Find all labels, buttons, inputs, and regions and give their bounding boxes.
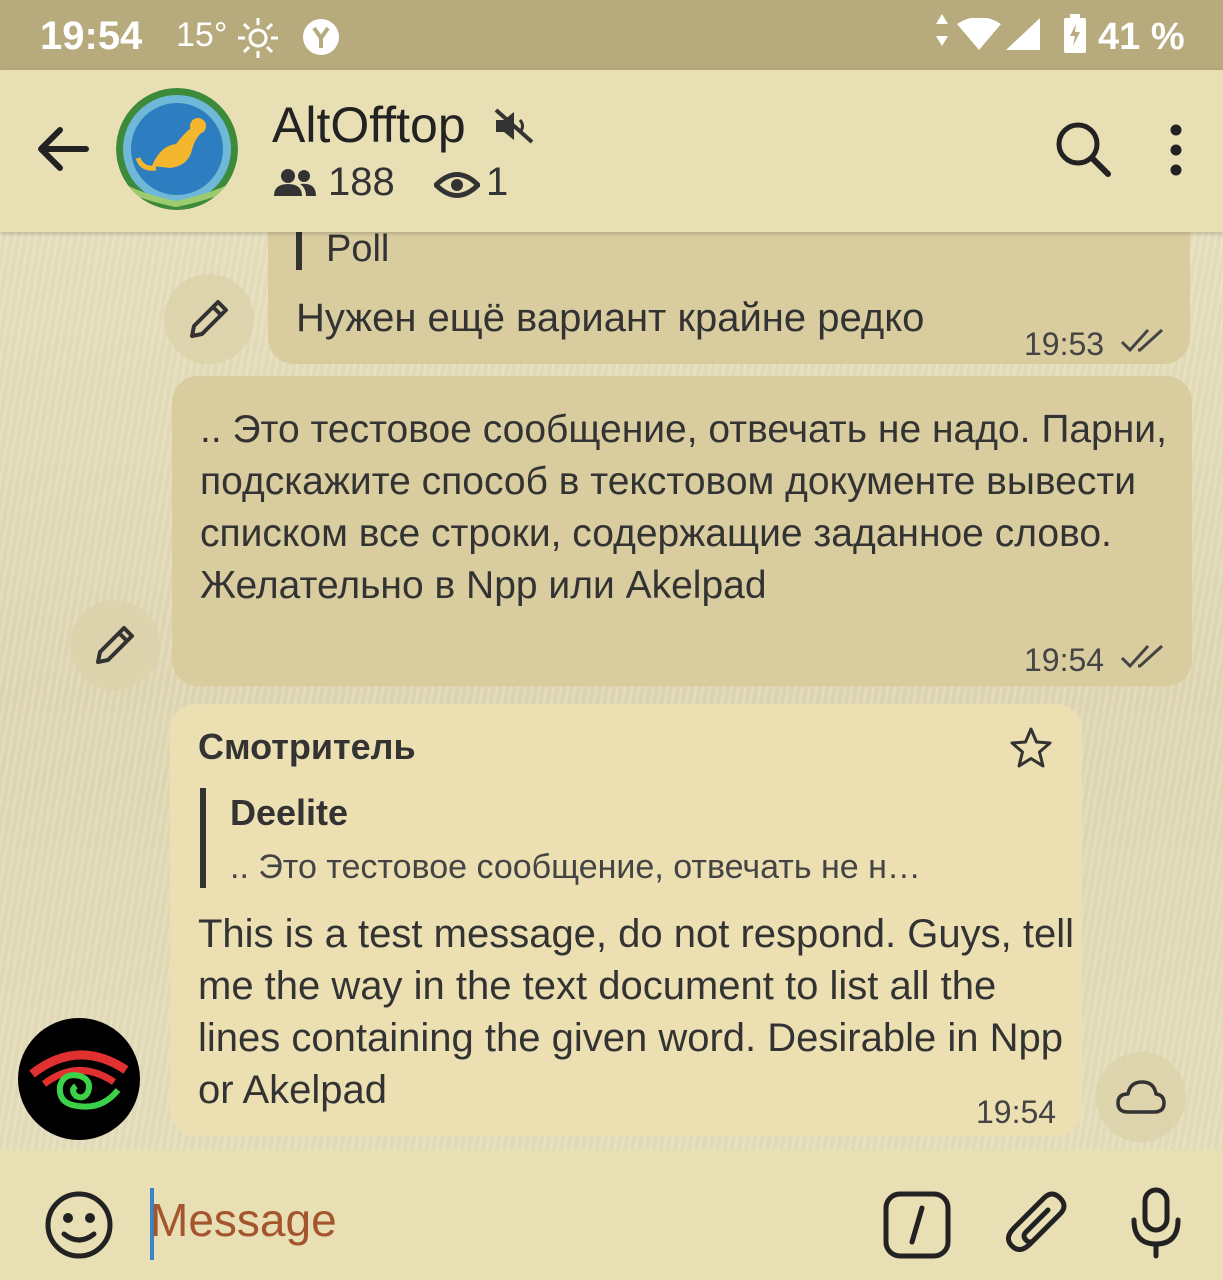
- search-icon[interactable]: [1054, 120, 1112, 183]
- status-bar: 19:54 15° 41 %: [0, 0, 1223, 70]
- back-arrow-icon[interactable]: [36, 122, 90, 181]
- message-time: 19:53: [1024, 326, 1105, 362]
- reply-sender-name[interactable]: Deelite: [230, 792, 348, 834]
- user-avatar[interactable]: [18, 1018, 140, 1140]
- sun-icon: [236, 16, 280, 65]
- more-options-icon[interactable]: [1164, 124, 1188, 181]
- edit-button[interactable]: [164, 274, 254, 364]
- message-text: Нужен ещё вариант крайне редко: [296, 296, 925, 340]
- reply-quote-label: Poll: [326, 232, 390, 270]
- message-input-bar: [0, 1150, 1223, 1280]
- browser-icon: [302, 18, 340, 61]
- members-icon: [272, 168, 318, 203]
- message-input[interactable]: [150, 1184, 850, 1256]
- channel-title[interactable]: AltOfftop: [272, 96, 466, 154]
- chat-header: AltOfftop 188 1: [0, 70, 1223, 232]
- eye-icon: [432, 170, 482, 205]
- microphone-icon[interactable]: [1128, 1186, 1184, 1265]
- double-check-icon: [1120, 644, 1168, 675]
- signal-icon: [1004, 16, 1042, 57]
- star-icon[interactable]: [1008, 726, 1054, 775]
- bot-commands-icon[interactable]: [882, 1190, 952, 1265]
- channel-avatar[interactable]: [116, 88, 238, 210]
- reply-preview-text[interactable]: .. Это тестовое сообщение, отвечать не н…: [230, 848, 921, 887]
- message-time: 19:54: [1024, 642, 1105, 678]
- edit-button[interactable]: [70, 600, 160, 690]
- reply-quote-bar: [200, 788, 206, 888]
- wifi-icon: [956, 17, 1002, 57]
- battery-icon: [1062, 14, 1088, 59]
- status-temperature: 15°: [176, 16, 228, 54]
- attach-icon[interactable]: [1006, 1188, 1072, 1263]
- members-count: 188: [328, 160, 395, 204]
- status-time: 19:54: [40, 14, 143, 58]
- viewers-count: 1: [486, 160, 509, 204]
- double-check-icon: [1120, 328, 1168, 359]
- message-text: This is a test message, do not respond. …: [198, 912, 1074, 1112]
- emoji-icon[interactable]: [44, 1190, 114, 1265]
- message-text: .. Это тестовое сообщение, отвечать не н…: [200, 408, 1167, 607]
- message-time: 19:54: [976, 1094, 1057, 1130]
- reply-quote-bar: [296, 232, 302, 270]
- muted-icon: [492, 108, 534, 149]
- data-arrows-icon: [934, 12, 950, 53]
- chat-area[interactable]: Poll Нужен ещё вариант крайне редко 19:5…: [0, 232, 1223, 1150]
- sender-name[interactable]: Смотритель: [198, 726, 416, 768]
- battery-percent: 41 %: [1098, 16, 1185, 58]
- cloud-icon[interactable]: [1096, 1052, 1186, 1142]
